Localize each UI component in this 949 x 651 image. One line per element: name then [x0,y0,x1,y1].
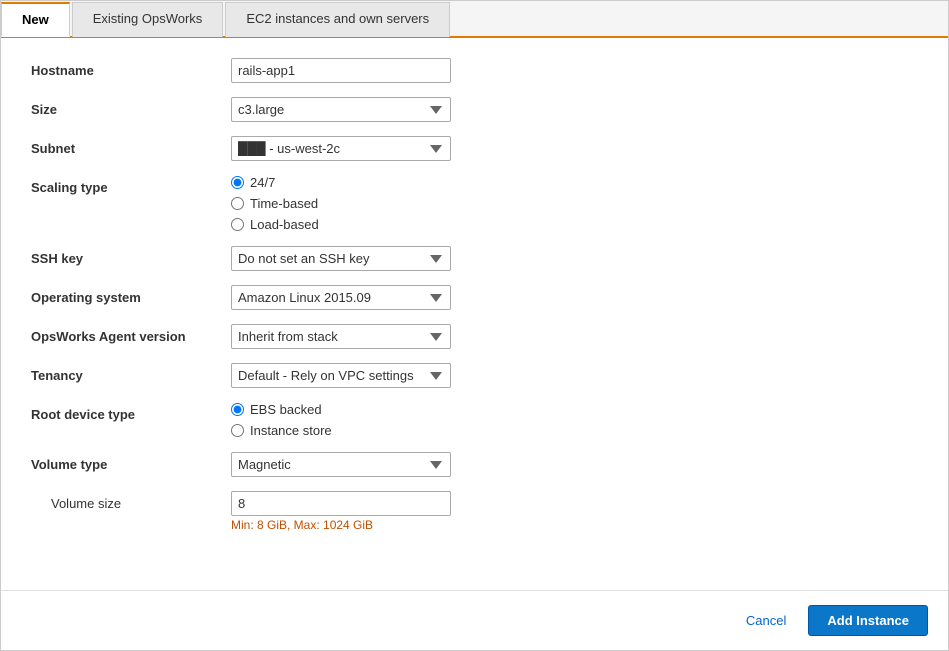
subnet-select[interactable]: ███ - us-west-2c [231,136,451,161]
ssh-key-row: SSH key Do not set an SSH key [31,246,918,271]
volume-size-input[interactable] [231,491,451,516]
root-instance-label: Instance store [250,423,332,438]
scaling-247-radio[interactable] [231,176,244,189]
root-ebs-option[interactable]: EBS backed [231,402,918,417]
scaling-type-row: Scaling type 24/7 Time-based Load-based [31,175,918,232]
root-device-row: Root device type EBS backed Instance sto… [31,402,918,438]
dialog-container: New Existing OpsWorks EC2 instances and … [0,0,949,651]
volume-type-label: Volume type [31,452,231,472]
scaling-timebased-label: Time-based [250,196,318,211]
scaling-timebased-radio[interactable] [231,197,244,210]
volume-size-info: Min: 8 GiB, Max: 1024 GiB [231,518,918,532]
tenancy-select[interactable]: Default - Rely on VPC settings [231,363,451,388]
agent-control: Inherit from stack [231,324,918,349]
volume-size-row: Volume size Min: 8 GiB, Max: 1024 GiB [31,491,918,532]
ssh-key-label: SSH key [31,246,231,266]
os-select[interactable]: Amazon Linux 2015.09 [231,285,451,310]
scaling-timebased-option[interactable]: Time-based [231,196,918,211]
volume-type-select[interactable]: Magnetic [231,452,451,477]
tab-new[interactable]: New [1,2,70,37]
subnet-control: ███ - us-west-2c [231,136,918,161]
agent-label: OpsWorks Agent version [31,324,231,344]
root-instance-option[interactable]: Instance store [231,423,918,438]
dialog-footer: Cancel Add Instance [1,590,948,650]
subnet-row: Subnet ███ - us-west-2c [31,136,918,161]
root-ebs-radio[interactable] [231,403,244,416]
tab-existing-opsworks[interactable]: Existing OpsWorks [72,2,224,37]
ssh-key-control: Do not set an SSH key [231,246,918,271]
tenancy-control: Default - Rely on VPC settings [231,363,918,388]
form-content: Hostname Size c3.large Subnet ███ - us-w… [1,38,948,590]
scaling-247-label: 24/7 [250,175,275,190]
scaling-loadbased-label: Load-based [250,217,319,232]
agent-select[interactable]: Inherit from stack [231,324,451,349]
root-device-label: Root device type [31,402,231,422]
add-instance-button[interactable]: Add Instance [808,605,928,636]
volume-type-control: Magnetic [231,452,918,477]
volume-type-row: Volume type Magnetic [31,452,918,477]
tab-bar: New Existing OpsWorks EC2 instances and … [1,1,948,38]
size-label: Size [31,97,231,117]
ssh-key-select[interactable]: Do not set an SSH key [231,246,451,271]
os-row: Operating system Amazon Linux 2015.09 [31,285,918,310]
scaling-loadbased-option[interactable]: Load-based [231,217,918,232]
root-device-control: EBS backed Instance store [231,402,918,438]
size-row: Size c3.large [31,97,918,122]
volume-size-control: Min: 8 GiB, Max: 1024 GiB [231,491,918,532]
scaling-type-label: Scaling type [31,175,231,195]
hostname-row: Hostname [31,58,918,83]
scaling-247-option[interactable]: 24/7 [231,175,918,190]
os-control: Amazon Linux 2015.09 [231,285,918,310]
tenancy-row: Tenancy Default - Rely on VPC settings [31,363,918,388]
scaling-loadbased-radio[interactable] [231,218,244,231]
size-control: c3.large [231,97,918,122]
tenancy-label: Tenancy [31,363,231,383]
volume-size-label: Volume size [31,491,231,511]
subnet-label: Subnet [31,136,231,156]
root-instance-radio[interactable] [231,424,244,437]
os-label: Operating system [31,285,231,305]
size-select[interactable]: c3.large [231,97,451,122]
agent-row: OpsWorks Agent version Inherit from stac… [31,324,918,349]
hostname-control [231,58,918,83]
hostname-label: Hostname [31,58,231,78]
root-ebs-label: EBS backed [250,402,322,417]
cancel-button[interactable]: Cancel [734,607,798,634]
scaling-type-control: 24/7 Time-based Load-based [231,175,918,232]
hostname-input[interactable] [231,58,451,83]
tab-ec2-instances[interactable]: EC2 instances and own servers [225,2,450,37]
